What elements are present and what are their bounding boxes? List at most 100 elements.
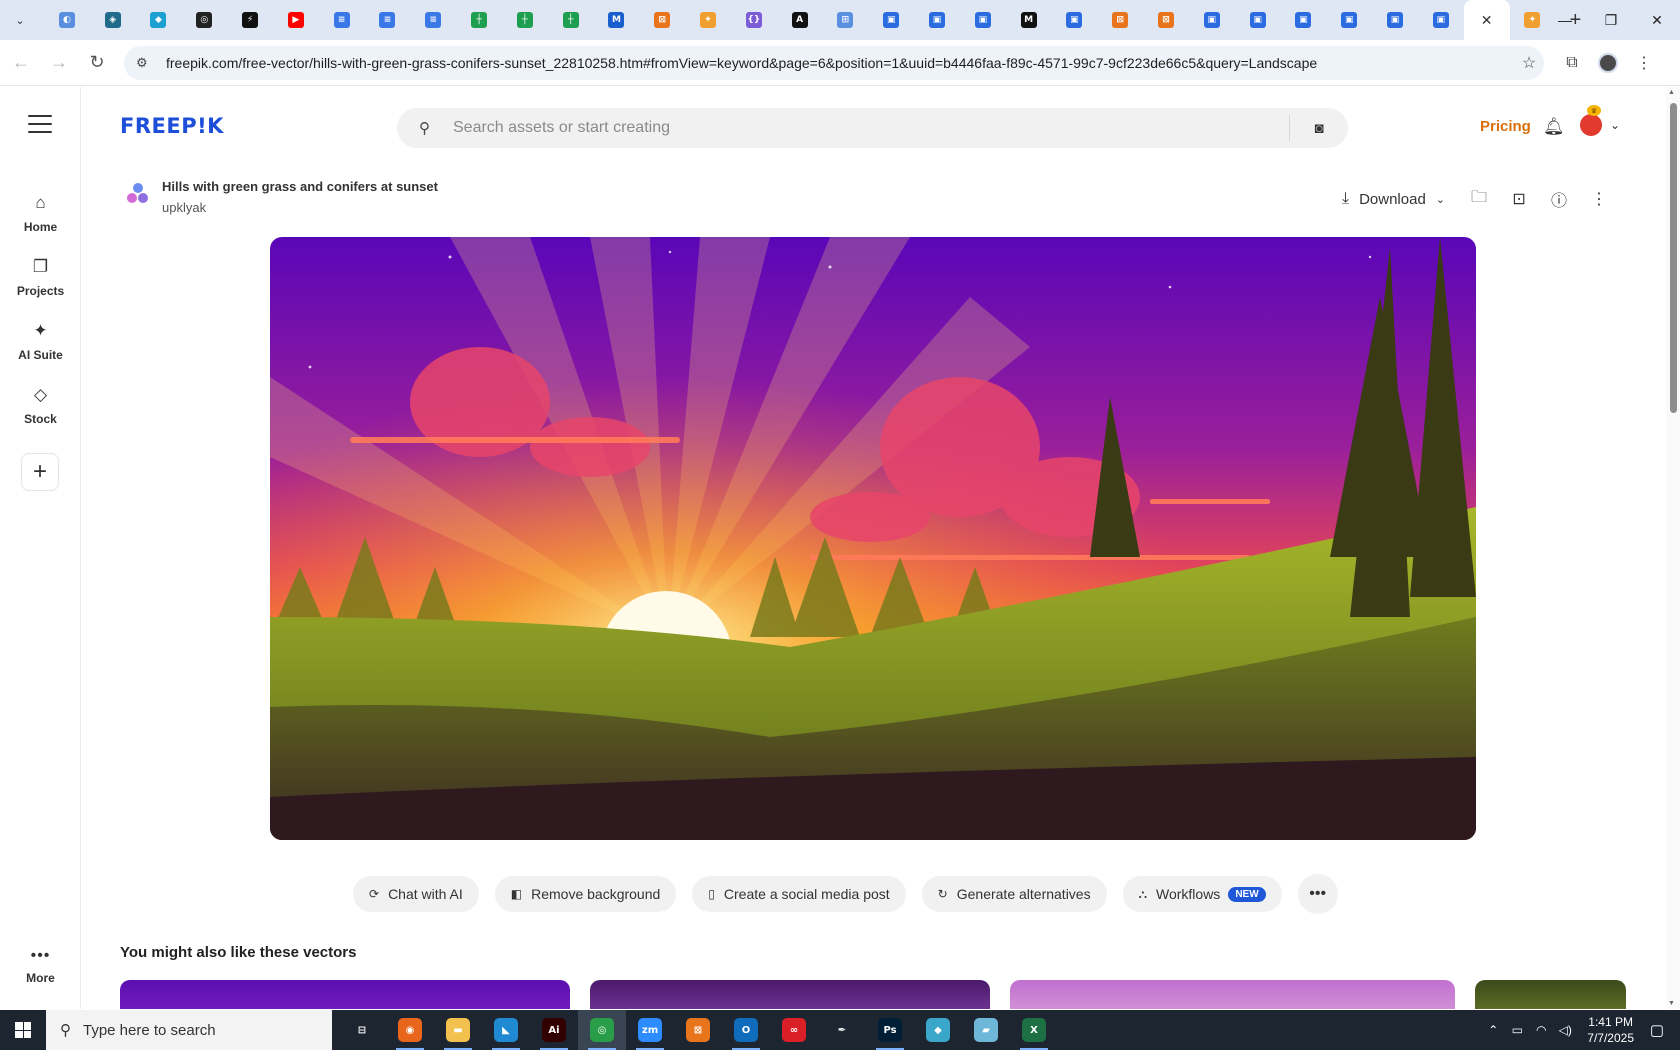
browser-tab[interactable]: ▣	[1189, 0, 1235, 40]
browser-tab[interactable]: ⊠	[639, 0, 685, 40]
browser-tab[interactable]: ⊠	[1097, 0, 1143, 40]
notifications-bell-icon[interactable]: 🔔︎	[1543, 117, 1565, 137]
browser-tab[interactable]: ◎	[181, 0, 227, 40]
taskbar-app[interactable]: zm	[626, 1010, 674, 1050]
url-text[interactable]: freepik.com/free-vector/hills-with-green…	[166, 55, 1514, 71]
related-thumbnail[interactable]	[120, 980, 570, 1009]
browser-tab[interactable]: ▣	[1326, 0, 1372, 40]
scroll-down-arrow-icon[interactable]: ▼	[1668, 1000, 1675, 1007]
browser-tab[interactable]: ▣	[960, 0, 1006, 40]
sidebar-item-ai-suite[interactable]: ✦ AI Suite	[0, 320, 81, 362]
browser-tab[interactable]: {}	[731, 0, 777, 40]
add-icon[interactable]: +	[21, 453, 59, 491]
address-bar[interactable]: ⚙ freepik.com/free-vector/hills-with-gre…	[124, 45, 1544, 80]
workflows-button[interactable]: ⛬ Workflows NEW	[1122, 876, 1282, 912]
close-tab-icon[interactable]: ✕	[1481, 12, 1493, 29]
browser-tab[interactable]: ◐	[44, 0, 90, 40]
browser-tab[interactable]: ≡	[319, 0, 365, 40]
remove-background-button[interactable]: ◧ Remove background	[494, 876, 677, 912]
more-actions-button[interactable]: •••	[1297, 874, 1338, 914]
pricing-link[interactable]: Pricing	[1480, 118, 1531, 135]
generate-alternatives-button[interactable]: ↻ Generate alternatives	[921, 876, 1107, 912]
browser-tab[interactable]: ◆	[136, 0, 182, 40]
more-options-icon[interactable]: ⋮	[1587, 187, 1611, 211]
author-logo-icon[interactable]	[126, 183, 150, 207]
freepik-logo[interactable]: FREEP!K	[120, 114, 224, 138]
browser-tab[interactable]: ≡	[365, 0, 411, 40]
chat-with-ai-button[interactable]: ⟳ Chat with AI	[353, 876, 479, 912]
author-name-link[interactable]: upklyak	[162, 200, 438, 215]
browser-tab[interactable]: ┼	[456, 0, 502, 40]
taskbar-app[interactable]: ∞	[770, 1010, 818, 1050]
browser-tab[interactable]: ▶	[273, 0, 319, 40]
notifications-icon[interactable]: ▢	[1634, 1021, 1680, 1039]
chevron-up-icon[interactable]: ⌃	[1481, 1023, 1505, 1037]
sidebar-item-stock[interactable]: ◇ Stock	[0, 384, 81, 426]
taskbar-app[interactable]: ▰	[962, 1010, 1010, 1050]
taskbar-search[interactable]: ⚲ Type here to search	[46, 1010, 332, 1050]
forward-arrow-icon[interactable]: →	[42, 46, 76, 80]
back-arrow-icon[interactable]: ←	[4, 46, 38, 80]
browser-tab[interactable]: ▣	[1281, 0, 1327, 40]
restore-icon[interactable]: ❐	[1588, 0, 1634, 40]
tab-search-chevron-icon[interactable]: ⌄	[8, 8, 32, 32]
clock[interactable]: 1:41 PM 7/7/2025	[1587, 1014, 1634, 1046]
browser-tab[interactable]: ▣	[1372, 0, 1418, 40]
volume-icon[interactable]: ◁)	[1553, 1023, 1577, 1037]
taskbar-app[interactable]: ⊟	[338, 1010, 386, 1050]
browser-tab[interactable]: ┼	[502, 0, 548, 40]
scroll-up-arrow-icon[interactable]: ▲	[1668, 89, 1675, 96]
asset-preview-image[interactable]	[270, 237, 1476, 840]
download-button[interactable]: ⤓ Download ⌄	[1342, 187, 1445, 211]
browser-tab[interactable]: ◈	[90, 0, 136, 40]
taskbar-app[interactable]: ◎	[578, 1010, 626, 1050]
sidebar-item-home[interactable]: ⌂ Home	[0, 192, 81, 234]
profile-avatar[interactable]	[1590, 46, 1626, 80]
start-button[interactable]	[0, 1010, 46, 1050]
edit-image-icon[interactable]: ⊡	[1507, 187, 1531, 211]
browser-tab[interactable]: A	[777, 0, 823, 40]
browser-tab[interactable]: ⊞	[823, 0, 869, 40]
taskbar-app[interactable]: O	[722, 1010, 770, 1050]
page-scrollbar[interactable]: ▲ ▼	[1666, 87, 1680, 1009]
related-thumbnail[interactable]	[1010, 980, 1455, 1009]
browser-tab[interactable]: ⚡	[227, 0, 273, 40]
extensions-icon[interactable]: ⧉	[1554, 46, 1590, 80]
browser-tab[interactable]: ⊠	[1143, 0, 1189, 40]
browser-tab[interactable]: ✦	[685, 0, 731, 40]
browser-tab[interactable]: ▣	[868, 0, 914, 40]
browser-tab[interactable]: ▣	[1235, 0, 1281, 40]
related-thumbnail[interactable]	[590, 980, 990, 1009]
browser-menu-icon[interactable]: ⋮	[1626, 46, 1662, 80]
taskbar-app[interactable]: ▬	[434, 1010, 482, 1050]
browser-tab[interactable]: M	[1006, 0, 1052, 40]
taskbar-app[interactable]: X	[1010, 1010, 1058, 1050]
user-menu[interactable]: ♛ ⌄	[1580, 105, 1620, 136]
taskbar-app[interactable]: ◉	[386, 1010, 434, 1050]
search-input[interactable]	[453, 119, 1273, 137]
browser-tab[interactable]: M	[594, 0, 640, 40]
network-status-icon[interactable]: ▭	[1505, 1023, 1529, 1037]
sidebar-item-more[interactable]: ••• More	[0, 947, 81, 985]
create-social-post-button[interactable]: ▯ Create a social media post	[692, 876, 906, 912]
site-info-icon[interactable]: ⚙	[136, 55, 156, 71]
taskbar-app[interactable]: ◆	[914, 1010, 962, 1050]
browser-tab[interactable]: ▣	[1052, 0, 1098, 40]
browser-tab[interactable]: ▣	[1418, 0, 1464, 40]
close-window-icon[interactable]: ✕	[1634, 0, 1680, 40]
browser-tab[interactable]: ┼	[548, 0, 594, 40]
info-icon[interactable]: ⓘ	[1547, 187, 1571, 211]
taskbar-app[interactable]: Ai	[530, 1010, 578, 1050]
minimize-icon[interactable]: —	[1542, 0, 1588, 40]
taskbar-app[interactable]: ◣	[482, 1010, 530, 1050]
taskbar-app[interactable]: ⊠	[674, 1010, 722, 1050]
wifi-icon[interactable]: ◠	[1529, 1023, 1553, 1037]
bookmark-star-icon[interactable]: ☆	[1514, 53, 1544, 73]
hamburger-menu-icon[interactable]	[28, 115, 52, 133]
reload-icon[interactable]: ↻	[80, 46, 114, 80]
add-to-folder-icon[interactable]: 🗀︎	[1467, 187, 1491, 211]
browser-tab-active[interactable]: ✕	[1463, 0, 1510, 40]
related-thumbnail[interactable]	[1475, 980, 1626, 1009]
taskbar-app[interactable]: Ps	[866, 1010, 914, 1050]
sidebar-item-projects[interactable]: ❐ Projects	[0, 256, 81, 298]
